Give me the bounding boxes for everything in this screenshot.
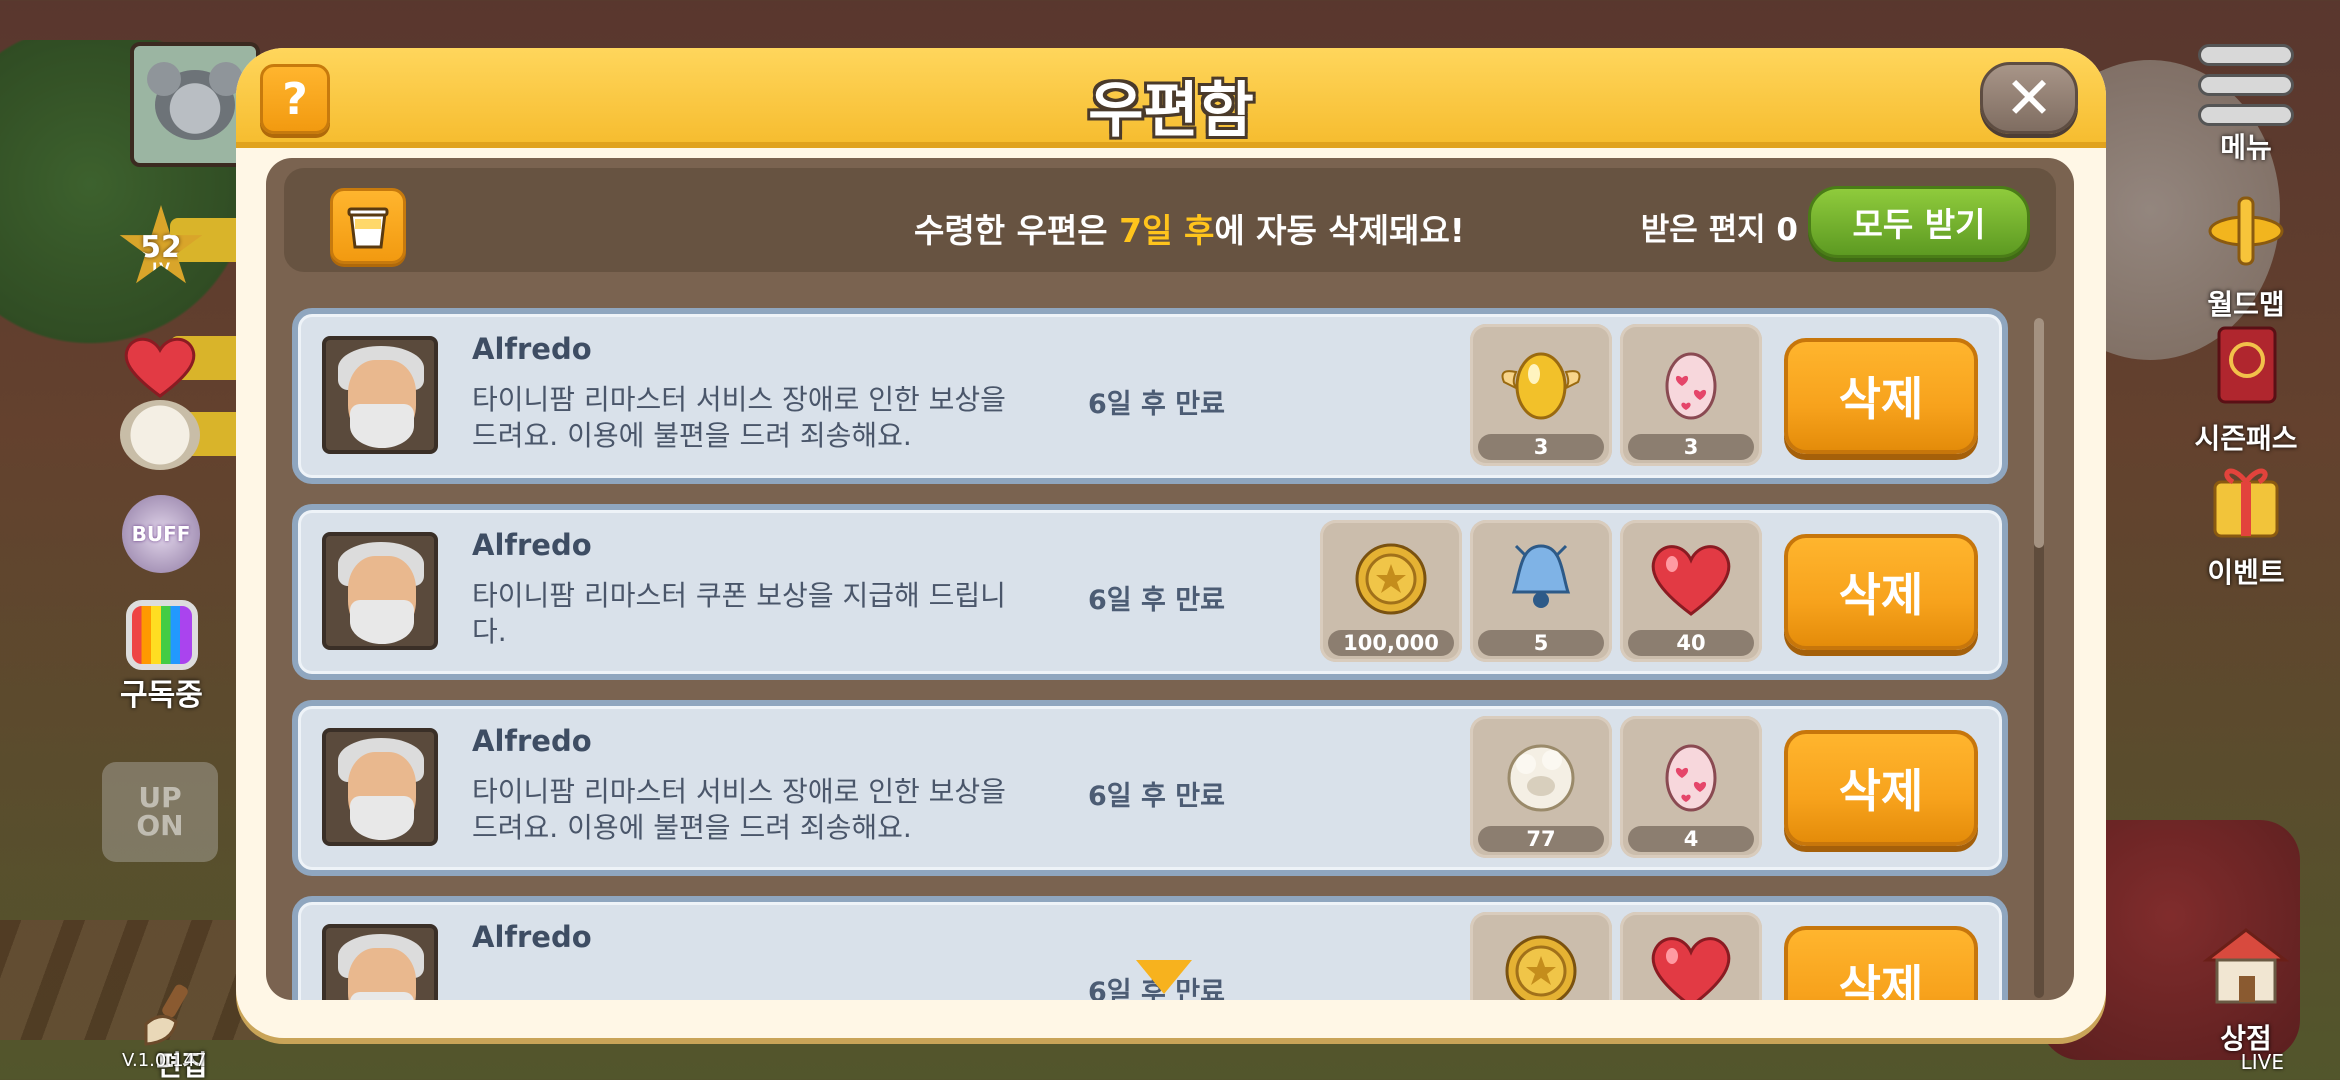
reward-quantity: 3 xyxy=(1478,434,1604,460)
notice-bar: 수령한 우편은 7일 후에 자동 삭제돼요! 받은 편지 0 모두 받기 xyxy=(284,168,2056,272)
gold-coin-icon xyxy=(1496,926,1586,1000)
reward-slot[interactable] xyxy=(1620,912,1762,1000)
sender-portrait xyxy=(322,336,438,454)
up-on-bottom-label: ON xyxy=(136,809,184,842)
up-on-toggle[interactable]: UP ON xyxy=(102,762,218,862)
reward-quantity: 4 xyxy=(1628,826,1754,852)
passport-icon xyxy=(2217,326,2277,404)
buff-button[interactable]: BUFF xyxy=(122,495,200,573)
reward-slot[interactable]: 4 xyxy=(1620,716,1762,858)
sender-portrait xyxy=(322,532,438,650)
shop-button[interactable]: 상점 xyxy=(2186,920,2306,1057)
modal-header: ? 우편함 ✕ xyxy=(236,48,2106,148)
shop-house-icon xyxy=(2202,928,2290,1004)
right-hud: 메뉴 월드맵 시즌패스 이벤트 상점 LIVE xyxy=(2160,0,2340,1080)
notice-prefix: 수령한 우편은 xyxy=(914,211,1120,250)
menu-button[interactable]: 메뉴 xyxy=(2186,38,2306,166)
delete-button[interactable]: 삭제 xyxy=(1784,338,1978,454)
gold-coin-icon xyxy=(1346,534,1436,624)
koala-avatar-icon xyxy=(147,61,243,140)
claim-all-button[interactable]: 모두 받기 xyxy=(1808,186,2030,258)
mail-list[interactable]: Alfredo 타이니팜 리마스터 서비스 장애로 인한 보상을 드려요. 이용에… xyxy=(292,308,2008,1000)
reward-quantity: 77 xyxy=(1478,826,1604,852)
reward-quantity: 3 xyxy=(1628,434,1754,460)
scroll-down-arrow-icon[interactable] xyxy=(1136,960,1192,994)
notice-suffix: 에 자동 삭제돼요! xyxy=(1214,211,1465,250)
reward-slot[interactable]: 77 xyxy=(1470,716,1612,858)
sender-portrait xyxy=(322,924,438,1000)
reward-slot[interactable]: 40 xyxy=(1620,520,1762,662)
version-text: V.1.0.147 xyxy=(122,1050,207,1071)
pink-heart-egg-icon xyxy=(1646,730,1736,820)
mail-sender: Alfredo xyxy=(472,528,592,562)
portrait-beard xyxy=(350,404,414,448)
blue-bell-icon xyxy=(1496,534,1586,624)
mail-message: 타이니팜 리마스터 서비스 장애로 인한 보상을 드려요. 이용에 불편을 드려… xyxy=(472,383,1006,452)
mail-message: 타이니팜 리마스터 서비스 장애로 인한 보상을 드려요. 이용에 불편을 드려… xyxy=(472,775,1006,844)
portrait-beard xyxy=(350,796,414,840)
received-count: 받은 편지 0 xyxy=(1640,212,1798,248)
mailbox-modal: ? 우편함 ✕ 수령한 우편은 7일 후에 자동 삭제돼요! 받은 편지 0 모… xyxy=(236,48,2106,1038)
delete-button[interactable]: 삭제 xyxy=(1784,926,1978,1000)
pink-heart-egg-icon xyxy=(1646,338,1736,428)
delete-button[interactable]: 삭제 xyxy=(1784,534,1978,650)
heart-icon xyxy=(1646,534,1736,624)
mail-expiry: 6일 후 만료 xyxy=(1088,389,1225,420)
mail-expiry: 6일 후 만료 xyxy=(1088,781,1225,812)
delete-button[interactable]: 삭제 xyxy=(1784,730,1978,846)
mail-message: 타이니팜 리마스터 쿠폰 보상을 지급해 드립니다. xyxy=(472,579,1006,648)
reward-quantity: 40 xyxy=(1628,630,1754,656)
seasonpass-button[interactable]: 시즌패스 xyxy=(2186,320,2306,457)
reward-slot[interactable]: 3 xyxy=(1620,324,1762,466)
tv-subscription-icon[interactable] xyxy=(126,600,198,670)
reward-quantity: 5 xyxy=(1478,630,1604,656)
heart-icon[interactable] xyxy=(120,332,200,400)
subscription-label: 구독중 xyxy=(120,678,203,713)
gift-box-icon xyxy=(2213,468,2279,538)
scrollbar-thumb[interactable] xyxy=(2034,318,2044,548)
mail-sender: Alfredo xyxy=(472,920,592,954)
reward-slot[interactable]: 100,000 xyxy=(1320,520,1462,662)
mail-expiry: 6일 후 만료 xyxy=(1088,585,1225,616)
portrait-beard xyxy=(350,600,414,644)
reward-slot[interactable] xyxy=(1470,912,1612,1000)
up-on-top-label: UP xyxy=(138,781,182,814)
auto-delete-notice: 수령한 우편은 7일 후에 자동 삭제돼요! xyxy=(914,204,1465,252)
sender-portrait xyxy=(322,728,438,846)
menu-label: 메뉴 xyxy=(2220,131,2272,164)
event-button[interactable]: 이벤트 xyxy=(2186,454,2306,591)
worldmap-label: 월드맵 xyxy=(2207,288,2285,321)
mail-sender: Alfredo xyxy=(472,724,592,758)
trash-can-icon xyxy=(347,207,389,249)
event-label: 이벤트 xyxy=(2207,556,2285,589)
mail-list-scrollbar[interactable] xyxy=(2034,318,2044,998)
mail-item[interactable]: Alfredo 타이니팜 리마스터 서비스 장애로 인한 보상을 드려요. 이용에… xyxy=(292,308,2008,484)
golden-winged-egg-icon xyxy=(1496,338,1586,428)
mailbox-panel: 수령한 우편은 7일 후에 자동 삭제돼요! 받은 편지 0 모두 받기 Alf… xyxy=(266,158,2074,1000)
sheep-wool-icon xyxy=(1496,730,1586,820)
sheep-wool-icon[interactable] xyxy=(120,400,200,470)
airplane-icon xyxy=(2208,196,2284,266)
reward-slot[interactable]: 3 xyxy=(1470,324,1612,466)
delete-all-button[interactable] xyxy=(330,188,406,264)
portrait-beard xyxy=(350,992,414,1000)
menu-icon xyxy=(2186,38,2306,126)
reward-quantity: 100,000 xyxy=(1328,630,1454,656)
close-button[interactable]: ✕ xyxy=(1980,62,2078,134)
mail-sender: Alfredo xyxy=(472,332,592,366)
worldmap-button[interactable]: 월드맵 xyxy=(2186,186,2306,323)
seasonpass-label: 시즌패스 xyxy=(2194,422,2298,455)
modal-title: 우편함 xyxy=(1088,76,1254,146)
heart-icon xyxy=(1646,926,1736,1000)
mail-item[interactable]: Alfredo 타이니팜 리마스터 쿠폰 보상을 지급해 드립니다. 6일 후 만료… xyxy=(292,504,2008,680)
notice-highlight: 7일 후 xyxy=(1119,211,1215,250)
mail-item[interactable]: Alfredo 타이니팜 리마스터 서비스 장애로 인한 보상을 드려요. 이용에… xyxy=(292,700,2008,876)
reward-slot[interactable]: 5 xyxy=(1470,520,1612,662)
paintbrush-edit-icon[interactable] xyxy=(132,980,212,1050)
live-indicator: LIVE xyxy=(2240,1050,2284,1074)
